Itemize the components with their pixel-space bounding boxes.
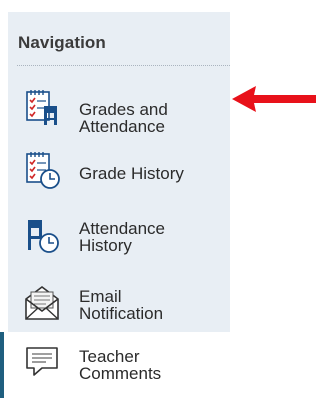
nav-item-grades-and-attendance[interactable]: Grades and Attendance bbox=[8, 82, 230, 144]
email-icon bbox=[22, 283, 62, 323]
page: Navigation Grades and Attendance Grade H… bbox=[0, 0, 318, 398]
navigation-divider bbox=[17, 65, 230, 66]
navigation-heading: Navigation bbox=[18, 33, 106, 52]
nav-item-label: Grade History bbox=[79, 164, 184, 183]
nav-item-label: Email Notification bbox=[79, 287, 164, 323]
red-arrow-icon bbox=[232, 86, 316, 112]
grades-attendance-icon bbox=[22, 88, 62, 128]
comment-icon bbox=[22, 342, 62, 382]
nav-item-label: Grades and Attendance bbox=[79, 100, 168, 136]
nav-item-label: Teacher Comments bbox=[79, 347, 162, 383]
nav-item-label: Attendance History bbox=[79, 219, 166, 255]
nav-item-teacher-comments[interactable]: Teacher Comments bbox=[0, 332, 240, 398]
attendance-history-icon bbox=[22, 216, 62, 256]
nav-item-grade-history[interactable]: Grade History bbox=[8, 142, 230, 204]
grade-history-icon bbox=[22, 150, 62, 190]
nav-item-email-notification[interactable]: Email Notification bbox=[8, 277, 230, 339]
nav-item-attendance-history[interactable]: Attendance History bbox=[8, 212, 230, 274]
navigation-panel: Navigation Grades and Attendance Grade H… bbox=[0, 12, 240, 398]
